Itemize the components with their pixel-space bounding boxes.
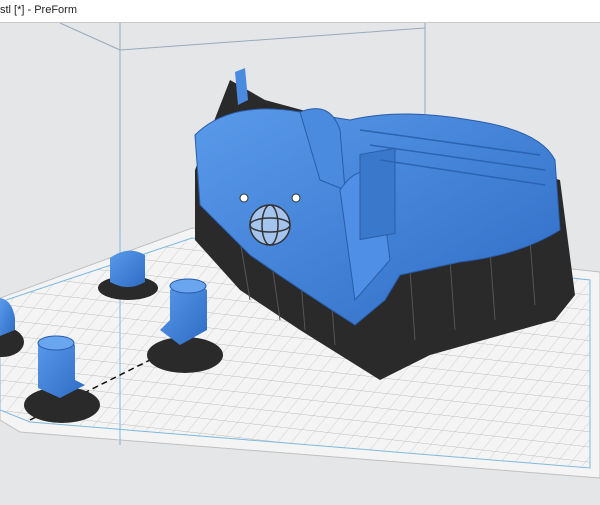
handle-icon[interactable]: [239, 193, 249, 203]
scene: [0, 22, 600, 479]
3d-viewport[interactable]: [0, 22, 600, 500]
handle-icon[interactable]: [291, 193, 301, 203]
title-bar: stl [*] - PreForm: [0, 0, 600, 23]
window-title: stl [*] - PreForm: [0, 4, 78, 16]
rotate-gizmo-icon[interactable]: [249, 204, 291, 246]
